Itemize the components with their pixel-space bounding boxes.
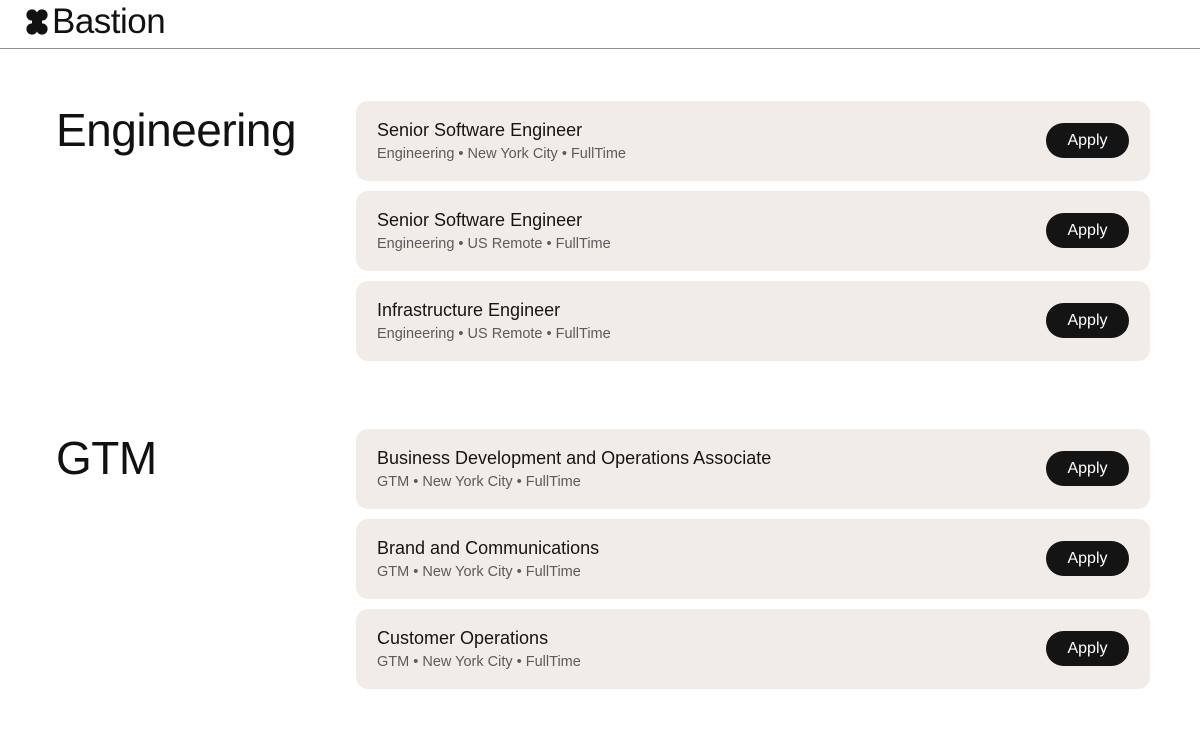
apply-button[interactable]: Apply (1046, 213, 1129, 248)
job-card[interactable]: Senior Software Engineer Engineering • U… (356, 191, 1150, 271)
section-title-gtm: GTM (56, 432, 157, 484)
job-card[interactable]: Business Development and Operations Asso… (356, 429, 1150, 509)
meta-separator: • (542, 236, 556, 252)
job-location: New York City (422, 474, 513, 490)
job-department: GTM (377, 474, 410, 490)
meta-separator: • (542, 326, 556, 342)
meta-separator: • (409, 564, 423, 580)
meta-separator: • (409, 654, 423, 670)
job-type: FullTime (555, 236, 611, 252)
job-list-gtm: Business Development and Operations Asso… (356, 429, 1150, 699)
meta-separator: • (512, 654, 526, 670)
job-location: New York City (422, 654, 513, 670)
job-title: Senior Software Engineer (377, 120, 583, 140)
meta-separator: • (454, 146, 468, 162)
job-type: FullTime (555, 326, 611, 342)
job-meta: GTM • New York City • FullTime (377, 473, 581, 491)
apply-button[interactable]: Apply (1046, 541, 1129, 576)
job-location: US Remote (467, 236, 543, 252)
meta-separator: • (512, 474, 526, 490)
apply-button[interactable]: Apply (1046, 451, 1129, 486)
job-type: FullTime (525, 654, 581, 670)
apply-button[interactable]: Apply (1046, 303, 1129, 338)
job-card[interactable]: Senior Software Engineer Engineering • N… (356, 101, 1150, 181)
meta-separator: • (512, 564, 526, 580)
job-meta: GTM • New York City • FullTime (377, 653, 581, 671)
meta-separator: • (557, 146, 571, 162)
job-title: Business Development and Operations Asso… (377, 448, 772, 468)
job-department: GTM (377, 654, 410, 670)
brand-logo[interactable]: Bastion (26, 2, 166, 41)
job-location: US Remote (467, 326, 543, 342)
apply-button[interactable]: Apply (1046, 123, 1129, 158)
meta-separator: • (409, 474, 423, 490)
site-header: Bastion (0, 0, 1200, 49)
job-type: FullTime (525, 564, 581, 580)
job-location: New York City (422, 564, 513, 580)
job-meta: Engineering • New York City • FullTime (377, 145, 626, 163)
meta-separator: • (454, 236, 468, 252)
job-department: Engineering (377, 146, 455, 162)
job-title: Infrastructure Engineer (377, 300, 561, 320)
job-card[interactable]: Infrastructure Engineer Engineering • US… (356, 281, 1150, 361)
job-list-engineering: Senior Software Engineer Engineering • N… (356, 101, 1150, 371)
job-department: Engineering (377, 236, 455, 252)
section-title-engineering: Engineering (56, 104, 297, 156)
job-meta: Engineering • US Remote • FullTime (377, 235, 611, 253)
apply-button[interactable]: Apply (1046, 631, 1129, 666)
job-type: FullTime (570, 146, 627, 162)
job-card[interactable]: Brand and Communications GTM • New York … (356, 519, 1150, 599)
job-department: Engineering (377, 326, 455, 342)
job-title: Customer Operations (377, 628, 549, 648)
job-meta: GTM • New York City • FullTime (377, 563, 581, 581)
meta-separator: • (454, 326, 468, 342)
job-meta: Engineering • US Remote • FullTime (377, 325, 611, 343)
job-card[interactable]: Customer Operations GTM • New York City … (356, 609, 1150, 689)
job-title: Senior Software Engineer (377, 210, 583, 230)
brand-name: Bastion (52, 2, 166, 41)
job-title: Brand and Communications (377, 538, 600, 558)
job-location: New York City (467, 146, 558, 162)
job-department: GTM (377, 564, 410, 580)
four-petal-logo-icon (26, 9, 48, 35)
job-type: FullTime (525, 474, 581, 490)
